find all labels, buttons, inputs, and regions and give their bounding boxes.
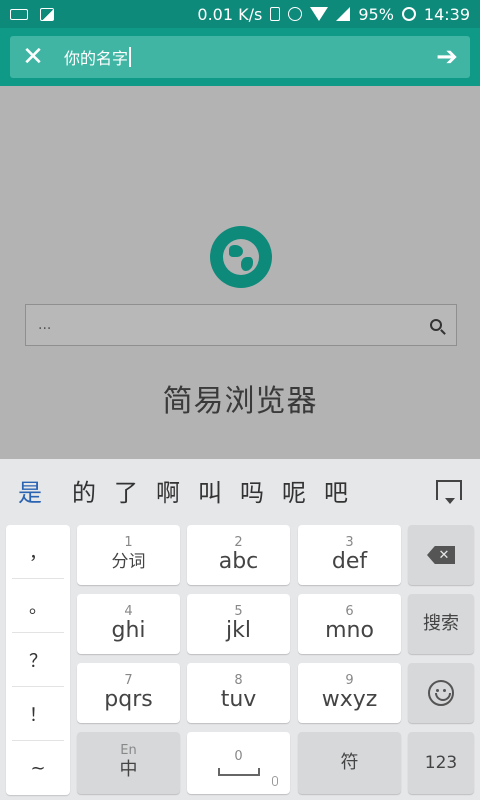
ime-keyboard: 是 的 了 啊 叫 吗 呢 吧 ， 。 ？ ！ ~ 1 分词 2 abc 3 d…: [0, 459, 480, 800]
key-3[interactable]: 3 def: [298, 525, 401, 585]
key-number: 1: [124, 535, 133, 550]
key-number: 0: [234, 749, 243, 764]
punct-key[interactable]: ！: [12, 687, 64, 741]
key-number: 8: [234, 673, 243, 688]
punct-key[interactable]: ？: [12, 633, 64, 687]
key-8[interactable]: 8 tuv: [187, 663, 290, 723]
image-icon: [40, 7, 54, 21]
vibrate-icon: [270, 7, 281, 21]
network-speed: 0.01 K/s: [197, 4, 263, 24]
globe-icon: [210, 226, 272, 288]
key-label: abc: [218, 549, 259, 574]
candidate-word[interactable]: 吧: [324, 473, 348, 508]
key-number: 4: [124, 604, 133, 619]
backspace-key[interactable]: ✕: [408, 525, 474, 585]
numeric-key[interactable]: 123: [408, 732, 474, 794]
key-label: mno: [325, 618, 374, 643]
key-number: En: [120, 743, 137, 758]
search-icon: [430, 319, 442, 331]
key-label: 中: [119, 759, 138, 780]
space-icon: [217, 768, 260, 776]
candidate-word[interactable]: 啊: [156, 473, 180, 508]
url-input-value: 你的名字: [64, 49, 129, 68]
app-toolbar: ✕ 你的名字 ➔: [0, 28, 480, 86]
battery-percent: 95%: [358, 4, 394, 24]
key-label: 123: [424, 753, 458, 773]
key-number: 2: [234, 535, 243, 550]
signal-icon: [336, 7, 351, 21]
key-label: 搜索: [423, 613, 459, 634]
key-number: 9: [345, 673, 354, 688]
punctuation-column: ， 。 ？ ！ ~: [6, 525, 70, 795]
key-label: wxyz: [321, 687, 378, 712]
url-search-bar: ✕ 你的名字 ➔: [10, 36, 470, 78]
space-key[interactable]: 0: [187, 732, 290, 794]
punct-key[interactable]: ，: [12, 525, 64, 579]
status-bar: 0.01 K/s 95% 14:39: [0, 0, 480, 28]
key-number: 3: [345, 535, 354, 550]
key-number: 5: [234, 604, 243, 619]
key-4[interactable]: 4 ghi: [77, 594, 180, 654]
emoji-key[interactable]: [408, 663, 474, 723]
arrow-right-icon: ➔: [436, 42, 458, 72]
search-button[interactable]: [416, 305, 456, 345]
key-1[interactable]: 1 分词: [77, 525, 180, 585]
go-button[interactable]: ➔: [424, 36, 470, 78]
language-key[interactable]: En 中: [77, 732, 180, 794]
search-key[interactable]: 搜索: [408, 594, 474, 654]
backspace-icon: ✕: [427, 546, 455, 564]
punct-key[interactable]: ~: [12, 741, 64, 795]
mic-icon: [272, 776, 278, 786]
close-button[interactable]: ✕: [10, 36, 56, 78]
clock: 14:39: [423, 4, 470, 24]
symbol-key[interactable]: 符: [298, 732, 401, 794]
key-label: pqrs: [104, 687, 153, 712]
key-7[interactable]: 7 pqrs: [77, 663, 180, 723]
main-search-input[interactable]: ...: [25, 304, 457, 346]
candidate-word[interactable]: 了: [114, 473, 138, 508]
key-5[interactable]: 5 jkl: [187, 594, 290, 654]
candidate-word[interactable]: 吗: [240, 473, 264, 508]
alarm-icon: [288, 7, 303, 21]
key-9[interactable]: 9 wxyz: [298, 663, 401, 723]
keyboard-icon: [10, 8, 28, 20]
candidate-word[interactable]: 叫: [198, 473, 222, 508]
battery-ring-icon: [401, 7, 416, 21]
key-label: 分词: [111, 552, 146, 572]
main-search-placeholder: ...: [38, 317, 52, 333]
app-title: 简易浏览器: [162, 384, 318, 419]
key-6[interactable]: 6 mno: [298, 594, 401, 654]
wifi-icon: [310, 7, 329, 21]
punct-key[interactable]: 。: [12, 579, 64, 633]
hide-keyboard-icon[interactable]: [436, 480, 462, 504]
key-label: def: [331, 549, 368, 574]
candidate-bar: 是 的 了 啊 叫 吗 呢 吧: [0, 459, 480, 521]
candidate-word[interactable]: 是: [18, 473, 42, 508]
key-label: tuv: [220, 687, 257, 712]
key-number: 6: [345, 604, 354, 619]
url-input[interactable]: 你的名字: [56, 45, 424, 69]
key-label: 符: [340, 752, 359, 773]
candidate-word[interactable]: 呢: [282, 473, 306, 508]
key-2[interactable]: 2 abc: [187, 525, 290, 585]
key-label: jkl: [226, 618, 251, 643]
emoji-icon: [428, 680, 454, 706]
key-label: ghi: [111, 618, 146, 643]
close-icon: ✕: [22, 42, 44, 72]
key-number: 7: [124, 673, 133, 688]
candidate-word[interactable]: 的: [72, 473, 96, 508]
text-caret: [129, 47, 132, 67]
